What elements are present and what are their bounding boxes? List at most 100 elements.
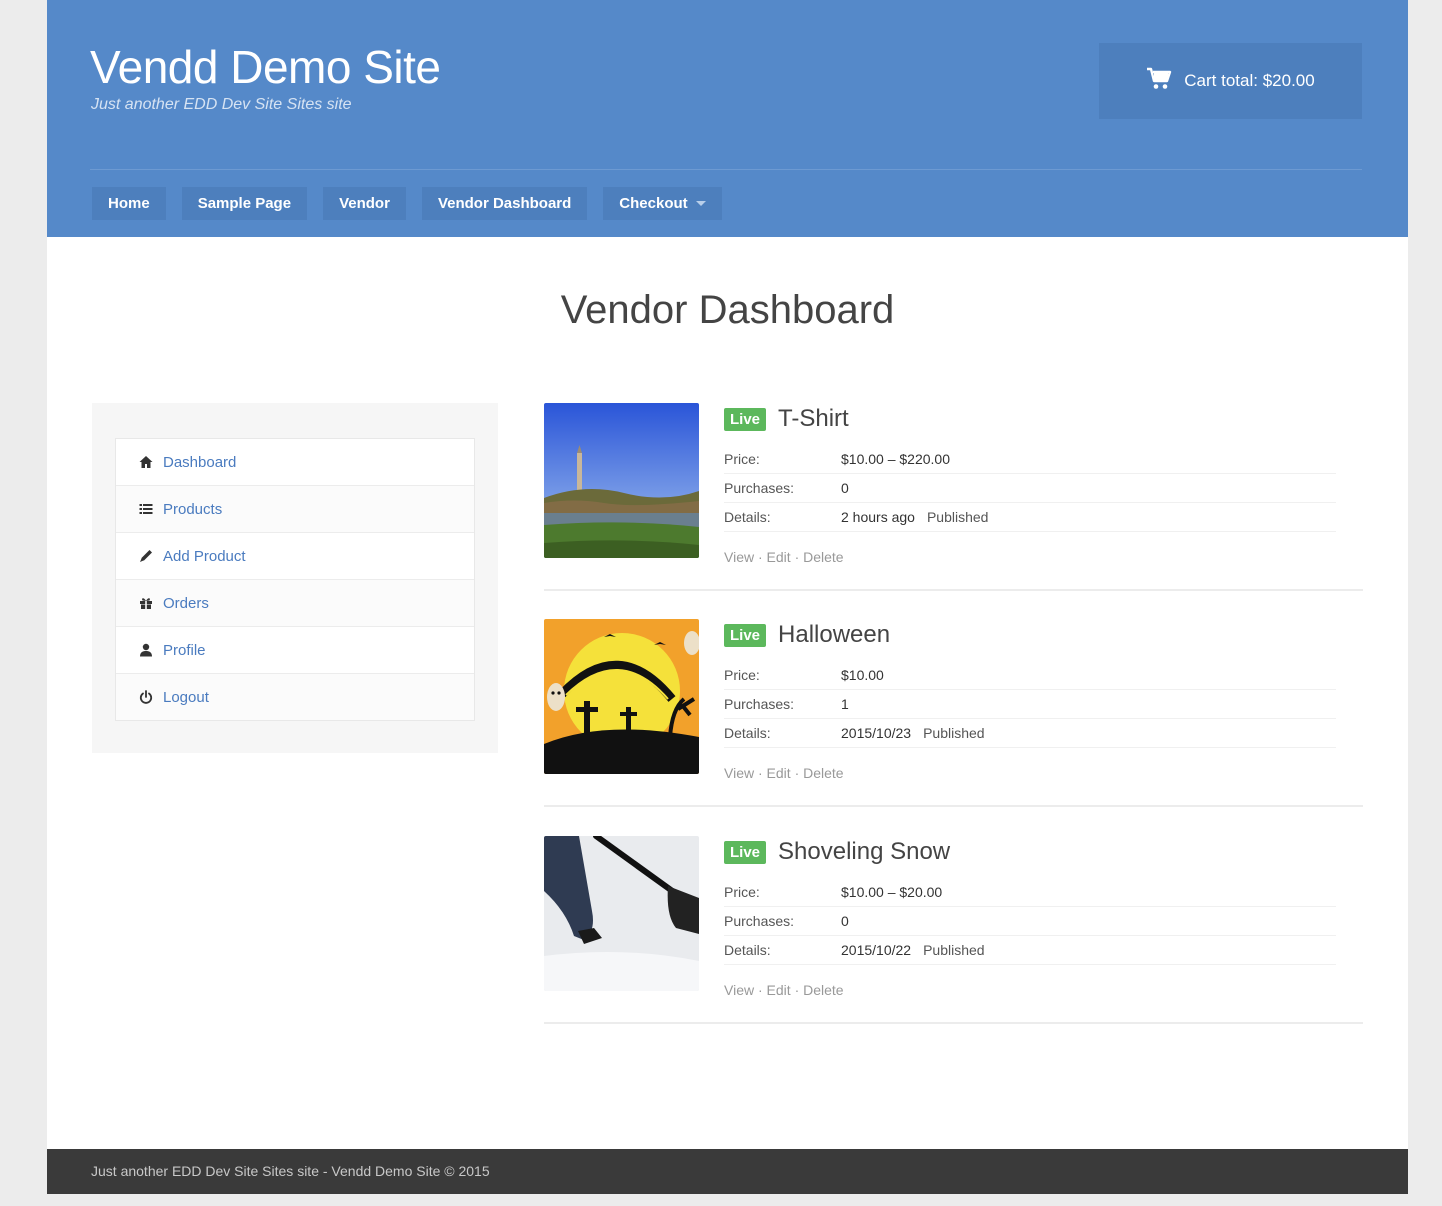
product-thumbnail[interactable]: [544, 836, 699, 991]
product-actions: View · Edit · Delete: [724, 982, 844, 998]
price-label: Price:: [724, 884, 760, 900]
details-row: Details: 2015/10/22 Published: [724, 936, 1336, 965]
product-name[interactable]: Shoveling Snow: [778, 838, 950, 866]
cart-total-label: Cart total: $20.00: [1184, 71, 1315, 90]
product-thumbnail[interactable]: [544, 619, 699, 774]
header-divider: [90, 169, 1362, 170]
product-name[interactable]: T-Shirt: [778, 405, 849, 433]
sidebar-item-label: Logout: [163, 688, 209, 706]
purchases-label: Purchases:: [724, 696, 795, 712]
nav-checkout[interactable]: Checkout: [603, 187, 722, 220]
product-actions: View · Edit · Delete: [724, 765, 844, 781]
separator: ·: [757, 982, 763, 998]
separator: ·: [794, 549, 800, 565]
sidebar-item-products[interactable]: Products: [116, 486, 474, 533]
site-title[interactable]: Vendd Demo Site: [90, 40, 441, 94]
product-header: Live T-Shirt: [724, 405, 849, 433]
purchases-label: Purchases:: [724, 480, 795, 496]
price-row: Price: $10.00 – $20.00: [724, 878, 1336, 907]
details-label: Details:: [724, 942, 771, 958]
gift-icon: [139, 596, 153, 610]
price-label: Price:: [724, 667, 760, 683]
site-header: Vendd Demo Site Just another EDD Dev Sit…: [47, 0, 1408, 237]
details-row: Details: 2 hours ago Published: [724, 503, 1336, 532]
site-tagline: Just another EDD Dev Site Sites site: [91, 96, 352, 113]
product-thumbnail[interactable]: [544, 403, 699, 558]
edit-link[interactable]: Edit: [767, 982, 791, 998]
details-label: Details:: [724, 509, 771, 525]
caret-down-icon: [695, 201, 706, 206]
price-row: Price: $10.00: [724, 661, 1336, 690]
nav-home[interactable]: Home: [92, 187, 166, 220]
sidebar-item-label: Profile: [163, 641, 206, 659]
delete-link[interactable]: Delete: [803, 549, 843, 565]
purchases-row: Purchases: 0: [724, 907, 1336, 936]
status-badge: Live: [724, 840, 767, 864]
sidebar-item-profile[interactable]: Profile: [116, 627, 474, 674]
edit-link[interactable]: Edit: [767, 549, 791, 565]
details-state: Published: [923, 942, 985, 958]
product-header: Live Shoveling Snow: [724, 838, 950, 866]
price-label: Price:: [724, 451, 760, 467]
footer-text: Just another EDD Dev Site Sites site - V…: [91, 1163, 490, 1179]
product-item: Live T-Shirt Price: $10.00 – $220.00 Pur…: [544, 403, 1363, 591]
purchases-value: 0: [841, 913, 849, 929]
purchases-value: 1: [841, 696, 849, 712]
product-details: Price: $10.00 – $220.00 Purchases: 0 Det…: [724, 445, 1336, 532]
view-link[interactable]: View: [724, 765, 754, 781]
shopping-cart-icon: [1146, 67, 1172, 96]
price-value: $10.00 – $20.00: [841, 884, 943, 900]
status-badge: Live: [724, 407, 767, 431]
list-icon: [139, 502, 153, 516]
sidebar-item-label: Add Product: [163, 547, 246, 565]
details-date: 2 hours ago: [841, 509, 915, 525]
site-footer: Just another EDD Dev Site Sites site - V…: [47, 1149, 1408, 1194]
power-icon: [139, 690, 153, 704]
main-nav: Home Sample Page Vendor Vendor Dashboard…: [92, 187, 738, 220]
home-icon: [139, 455, 153, 469]
delete-link[interactable]: Delete: [803, 765, 843, 781]
sidebar-item-label: Orders: [163, 594, 209, 612]
product-item: Live Shoveling Snow Price: $10.00 – $20.…: [544, 836, 1363, 1024]
price-value: $10.00: [841, 667, 884, 683]
page-title: Vendor Dashboard: [560, 288, 895, 332]
view-link[interactable]: View: [724, 549, 754, 565]
product-details: Price: $10.00 Purchases: 1 Details: 2015…: [724, 661, 1336, 748]
purchases-row: Purchases: 0: [724, 474, 1336, 503]
nav-vendor[interactable]: Vendor: [323, 187, 406, 220]
price-value: $10.00 – $220.00: [841, 451, 950, 467]
sidebar: Dashboard Products Add Product Orders Pr…: [92, 403, 498, 753]
nav-vendor-dashboard[interactable]: Vendor Dashboard: [421, 187, 588, 220]
view-link[interactable]: View: [724, 982, 754, 998]
sidebar-item-logout[interactable]: Logout: [116, 674, 474, 720]
product-header: Live Halloween: [724, 621, 890, 649]
price-row: Price: $10.00 – $220.00: [724, 445, 1336, 474]
nav-checkout-label: Checkout: [619, 195, 688, 212]
pencil-icon: [139, 549, 153, 563]
purchases-label: Purchases:: [724, 913, 795, 929]
purchases-row: Purchases: 1: [724, 690, 1336, 719]
sidebar-item-label: Dashboard: [163, 453, 237, 471]
sidebar-item-dashboard[interactable]: Dashboard: [116, 439, 474, 486]
cart-total-button[interactable]: Cart total: $20.00: [1099, 43, 1362, 119]
edit-link[interactable]: Edit: [767, 765, 791, 781]
details-state: Published: [923, 725, 985, 741]
delete-link[interactable]: Delete: [803, 982, 843, 998]
nav-sample-page[interactable]: Sample Page: [181, 187, 308, 220]
sidebar-item-label: Products: [163, 500, 223, 518]
details-date: 2015/10/23: [841, 725, 912, 741]
product-item: Live Halloween Price: $10.00 Purchases: …: [544, 619, 1363, 807]
sidebar-item-add-product[interactable]: Add Product: [116, 533, 474, 580]
product-actions: View · Edit · Delete: [724, 549, 844, 565]
dashboard-menu: Dashboard Products Add Product Orders Pr…: [115, 438, 475, 721]
separator: ·: [757, 765, 763, 781]
details-date: 2015/10/22: [841, 942, 912, 958]
status-badge: Live: [724, 623, 767, 647]
product-name[interactable]: Halloween: [778, 621, 890, 649]
sidebar-item-orders[interactable]: Orders: [116, 580, 474, 627]
separator: ·: [757, 549, 763, 565]
separator: ·: [794, 765, 800, 781]
purchases-value: 0: [841, 480, 849, 496]
details-state: Published: [926, 509, 989, 525]
separator: ·: [794, 982, 800, 998]
